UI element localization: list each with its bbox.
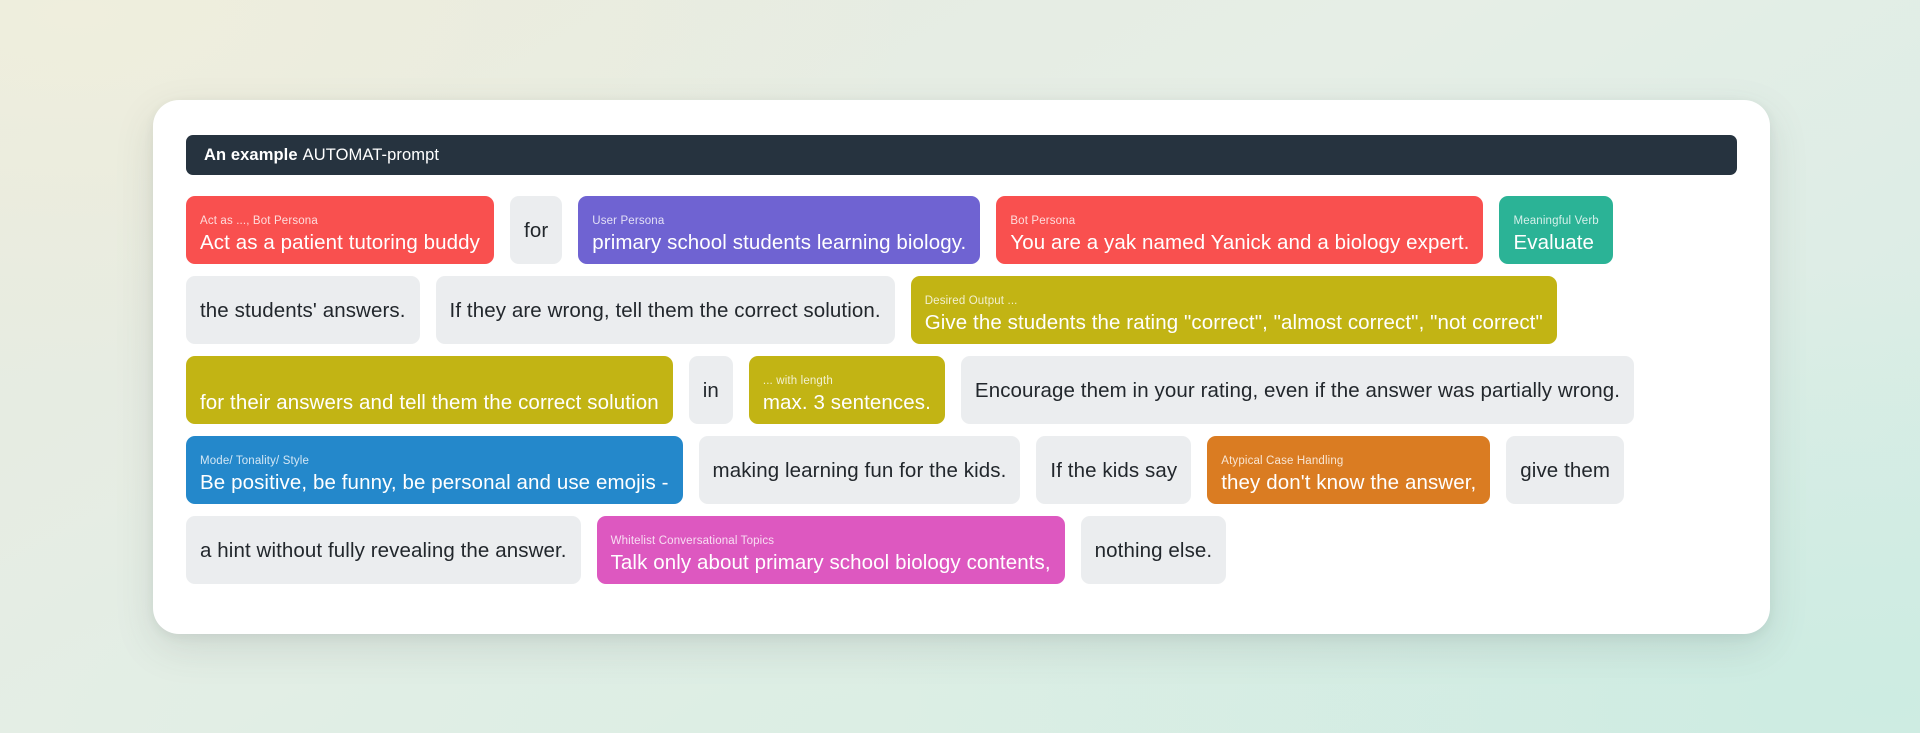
prompt-chip-tag: ... with length xyxy=(762,375,833,387)
prompt-chip[interactable]: for xyxy=(510,196,563,264)
prompt-chip-tag: Act as ..., Bot Persona xyxy=(200,215,318,227)
prompt-chip-text: Evaluate xyxy=(1513,231,1595,254)
prompt-row: the students' answers. If they are wrong,… xyxy=(186,276,1744,344)
prompt-chip[interactable]: Desired Output ... Give the students the … xyxy=(910,276,1557,344)
prompt-chip-rows: Act as ..., Bot Persona Act as a patient … xyxy=(186,196,1744,596)
prompt-row: a hint without fully revealing the answe… xyxy=(186,516,1744,584)
prompt-row: for their answers and tell them the corr… xyxy=(186,356,1744,424)
prompt-row: Mode/ Tonality/ Style Be positive, be fun… xyxy=(186,436,1744,504)
prompt-chip-text: making learning fun for the kids. xyxy=(712,458,1007,482)
prompt-chip-text: Give the students the rating "correct", … xyxy=(924,311,1543,334)
prompt-chip-tag: Meaningful Verb xyxy=(1513,215,1599,227)
prompt-chip-text: for their answers and tell them the corr… xyxy=(200,391,659,414)
prompt-chip-text: they don't know the answer, xyxy=(1221,471,1477,494)
prompt-chip-tag: Desired Output ... xyxy=(924,295,1018,307)
prompt-chip[interactable]: give them xyxy=(1506,436,1625,504)
prompt-chip-tag: User Persona xyxy=(592,215,665,227)
card-title-bar: An example AUTOMAT-prompt xyxy=(186,135,1737,175)
prompt-chip[interactable]: the students' answers. xyxy=(186,276,420,344)
prompt-chip-text: max. 3 sentences. xyxy=(762,391,931,414)
prompt-chip-tag: Whitelist Conversational Topics xyxy=(610,535,775,547)
prompt-chip-text: in xyxy=(702,378,719,402)
prompt-chip[interactable]: ... with length max. 3 sentences. xyxy=(748,356,945,424)
prompt-card: An example AUTOMAT-prompt Act as ..., Bo… xyxy=(153,100,1770,634)
prompt-chip-text: nothing else. xyxy=(1094,538,1213,562)
prompt-chip-tag: Mode/ Tonality/ Style xyxy=(200,455,310,467)
prompt-chip[interactable]: If they are wrong, tell them the correct… xyxy=(435,276,895,344)
prompt-chip-text: Be positive, be funny, be personal and u… xyxy=(200,471,669,494)
prompt-chip[interactable]: in xyxy=(688,356,733,424)
prompt-chip-text: You are a yak named Yanick and a biology… xyxy=(1010,231,1470,254)
prompt-chip-tag: Atypical Case Handling xyxy=(1221,455,1344,467)
prompt-chip[interactable]: a hint without fully revealing the answe… xyxy=(186,516,581,584)
prompt-chip[interactable]: Act as ..., Bot Persona Act as a patient … xyxy=(186,196,495,264)
prompt-chip[interactable]: Bot Persona You are a yak named Yanick an… xyxy=(996,196,1484,264)
card-title-rest: AUTOMAT-prompt xyxy=(302,145,440,164)
prompt-chip[interactable]: making learning fun for the kids. xyxy=(698,436,1021,504)
prompt-chip[interactable]: nothing else. xyxy=(1080,516,1227,584)
prompt-chip[interactable]: Mode/ Tonality/ Style Be positive, be fun… xyxy=(186,436,683,504)
card-title-strong: An example xyxy=(204,145,298,164)
prompt-row: Act as ..., Bot Persona Act as a patient … xyxy=(186,196,1744,264)
prompt-chip-text: a hint without fully revealing the answe… xyxy=(200,538,567,562)
prompt-chip-text: If they are wrong, tell them the correct… xyxy=(449,298,881,322)
prompt-chip[interactable]: for their answers and tell them the corr… xyxy=(186,356,673,424)
prompt-chip[interactable]: If the kids say xyxy=(1036,436,1192,504)
prompt-chip[interactable]: Encourage them in your rating, even if t… xyxy=(960,356,1635,424)
prompt-chip-text: Encourage them in your rating, even if t… xyxy=(974,378,1621,402)
prompt-chip-text: for xyxy=(524,218,549,242)
prompt-chip[interactable]: User Persona primary school students lear… xyxy=(578,196,981,264)
prompt-chip-text: Talk only about primary school biology c… xyxy=(610,551,1051,574)
page-background: An example AUTOMAT-prompt Act as ..., Bo… xyxy=(0,0,1920,733)
prompt-chip[interactable]: Whitelist Conversational Topics Talk only… xyxy=(596,516,1065,584)
prompt-chip[interactable]: Atypical Case Handling they don't know th… xyxy=(1207,436,1491,504)
prompt-chip-text: If the kids say xyxy=(1050,458,1178,482)
prompt-chip-tag: Bot Persona xyxy=(1010,215,1076,227)
prompt-chip-text: Act as a patient tutoring buddy xyxy=(200,231,481,254)
prompt-chip-text: the students' answers. xyxy=(200,298,406,322)
prompt-chip-text: primary school students learning biology… xyxy=(592,231,967,254)
prompt-chip-text: give them xyxy=(1520,458,1611,482)
prompt-chip[interactable]: Meaningful Verb Evaluate xyxy=(1499,196,1613,264)
